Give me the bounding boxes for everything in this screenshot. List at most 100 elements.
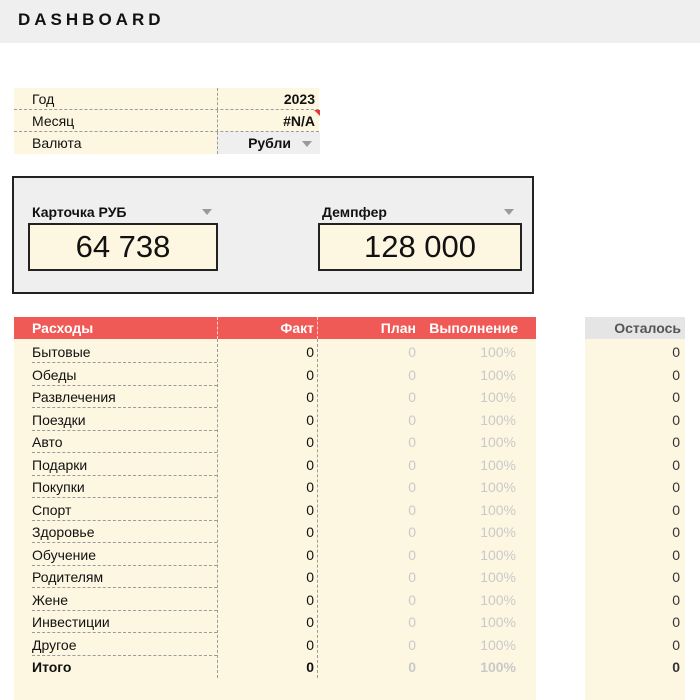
row-name-cell[interactable]: Здоровье — [32, 524, 95, 540]
row-completion-cell[interactable]: 100% — [480, 614, 516, 630]
row-plan-cell[interactable]: 0 — [408, 637, 416, 653]
row-fact-cell[interactable]: 0 — [306, 457, 314, 473]
header-plan: План — [380, 320, 416, 336]
remaining-value: 0 — [672, 479, 680, 495]
row-fact-cell[interactable]: 0 — [306, 547, 314, 563]
remaining-cell[interactable]: 0 — [585, 341, 685, 363]
row-name-cell[interactable]: Обеды — [32, 367, 76, 383]
card-left-dropdown-icon[interactable] — [202, 209, 212, 215]
row-completion-cell[interactable]: 100% — [480, 547, 516, 563]
expenses-table-header: Расходы Факт План Выполнение — [14, 317, 536, 339]
row-completion-cell[interactable]: 100% — [480, 344, 516, 360]
balances-panel: Карточка РУБ 64 738 Демпфер 128 000 — [12, 176, 534, 294]
row-plan-cell[interactable]: 0 — [408, 592, 416, 608]
row-plan-cell[interactable]: 0 — [408, 502, 416, 518]
remaining-value: 0 — [672, 367, 680, 383]
header-fact: Факт — [280, 320, 314, 336]
remaining-cell[interactable]: 0 — [585, 476, 685, 498]
remaining-cell[interactable]: 0 — [585, 409, 685, 431]
row-fact-cell[interactable]: 0 — [306, 479, 314, 495]
row-name-cell[interactable]: Итого — [32, 659, 71, 675]
remaining-cell[interactable]: 0 — [585, 611, 685, 633]
row-completion-cell[interactable]: 100% — [480, 569, 516, 585]
row-divider — [32, 497, 217, 498]
remaining-cell[interactable]: 0 — [585, 364, 685, 386]
row-name-cell[interactable]: Авто — [32, 434, 63, 450]
row-name-cell[interactable]: Покупки — [32, 479, 85, 495]
row-plan-cell[interactable]: 0 — [408, 457, 416, 473]
row-completion-cell[interactable]: 100% — [480, 367, 516, 383]
row-fact-cell[interactable]: 0 — [306, 434, 314, 450]
table-row: Покупки 0 0 100% — [14, 476, 536, 498]
remaining-cell[interactable]: 0 — [585, 521, 685, 543]
row-plan-cell[interactable]: 0 — [408, 569, 416, 585]
remaining-value: 0 — [672, 524, 680, 540]
remaining-cell[interactable]: 0 — [585, 386, 685, 408]
row-completion-cell[interactable]: 100% — [480, 592, 516, 608]
row-completion-cell[interactable]: 100% — [480, 524, 516, 540]
remaining-cell[interactable]: 0 — [585, 544, 685, 566]
row-plan-cell[interactable]: 0 — [408, 614, 416, 630]
row-name-cell[interactable]: Спорт — [32, 502, 71, 518]
dropdown-arrow-icon[interactable] — [302, 141, 312, 147]
row-completion-cell[interactable]: 100% — [480, 479, 516, 495]
row-name-cell[interactable]: Другое — [32, 637, 76, 653]
remaining-total-cell[interactable]: 0 — [585, 656, 685, 678]
row-plan-cell[interactable]: 0 — [408, 434, 416, 450]
row-fact-cell[interactable]: 0 — [306, 344, 314, 360]
row-name-cell[interactable]: Поездки — [32, 412, 86, 428]
row-completion-cell[interactable]: 100% — [480, 502, 516, 518]
row-completion-cell[interactable]: 100% — [480, 457, 516, 473]
row-plan-cell[interactable]: 0 — [408, 659, 416, 675]
row-plan-cell[interactable]: 0 — [408, 524, 416, 540]
row-name-cell[interactable]: Развлечения — [32, 389, 116, 405]
row-name-cell[interactable]: Инвестиции — [32, 614, 110, 630]
row-plan-cell[interactable]: 0 — [408, 479, 416, 495]
month-label: Месяц — [32, 113, 75, 129]
row-fact-cell[interactable]: 0 — [306, 412, 314, 428]
remaining-cell[interactable]: 0 — [585, 566, 685, 588]
row-fact-cell[interactable]: 0 — [306, 367, 314, 383]
row-name-cell[interactable]: Родителям — [32, 569, 103, 585]
card-right-dropdown-icon[interactable] — [504, 209, 514, 215]
row-completion-cell[interactable]: 100% — [480, 659, 516, 675]
row-fact-cell[interactable]: 0 — [306, 569, 314, 585]
table-row: Инвестиции 0 0 100% — [14, 611, 536, 633]
row-fact-cell[interactable]: 0 — [306, 502, 314, 518]
param-row-year: Год 2023 — [14, 88, 319, 110]
row-name-cell[interactable]: Жене — [32, 592, 68, 608]
row-plan-cell[interactable]: 0 — [408, 547, 416, 563]
row-name-cell[interactable]: Подарки — [32, 457, 87, 473]
row-fact-cell[interactable]: 0 — [306, 592, 314, 608]
remaining-cell[interactable]: 0 — [585, 454, 685, 476]
row-divider — [32, 587, 217, 588]
row-completion-cell[interactable]: 100% — [480, 434, 516, 450]
row-divider — [32, 452, 217, 453]
row-name-cell[interactable]: Бытовые — [32, 344, 91, 360]
remaining-value: 0 — [672, 412, 680, 428]
header-completion: Выполнение — [429, 320, 518, 336]
row-completion-cell[interactable]: 100% — [480, 389, 516, 405]
row-plan-cell[interactable]: 0 — [408, 367, 416, 383]
remaining-cell[interactable]: 0 — [585, 589, 685, 611]
row-fact-cell[interactable]: 0 — [306, 524, 314, 540]
row-name-cell[interactable]: Обучение — [32, 547, 96, 563]
remaining-cell[interactable]: 0 — [585, 634, 685, 656]
table-row: Развлечения 0 0 100% — [14, 386, 536, 408]
currency-value: Рубли — [248, 135, 291, 151]
row-completion-cell[interactable]: 100% — [480, 637, 516, 653]
row-divider — [32, 407, 217, 408]
row-plan-cell[interactable]: 0 — [408, 412, 416, 428]
row-fact-cell[interactable]: 0 — [306, 637, 314, 653]
row-fact-cell[interactable]: 0 — [306, 389, 314, 405]
remaining-value: 0 — [672, 592, 680, 608]
row-completion-cell[interactable]: 100% — [480, 412, 516, 428]
row-plan-cell[interactable]: 0 — [408, 389, 416, 405]
row-fact-cell[interactable]: 0 — [306, 659, 314, 675]
remaining-cell[interactable]: 0 — [585, 499, 685, 521]
row-fact-cell[interactable]: 0 — [306, 614, 314, 630]
row-plan-cell[interactable]: 0 — [408, 344, 416, 360]
row-divider — [32, 542, 217, 543]
remaining-cell[interactable]: 0 — [585, 431, 685, 453]
table-row: Бытовые 0 0 100% — [14, 341, 536, 363]
